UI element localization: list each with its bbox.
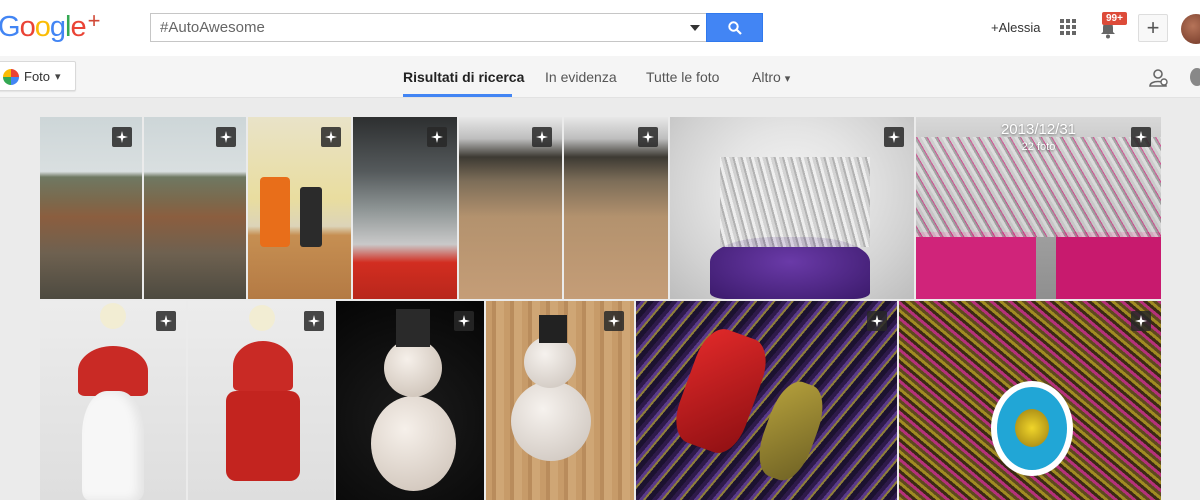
tab-highlights[interactable]: In evidenza bbox=[545, 69, 617, 85]
photo-thumbnail-cliff-town[interactable] bbox=[40, 117, 142, 299]
auto-awesome-badge bbox=[454, 311, 474, 331]
pink-pot-shape bbox=[1056, 232, 1161, 299]
silver-tinsel-shape bbox=[720, 157, 870, 247]
auto-awesome-badge bbox=[638, 127, 658, 147]
top-hat-shape bbox=[539, 315, 567, 343]
auto-awesome-badge bbox=[867, 311, 887, 331]
avatar[interactable] bbox=[1181, 14, 1200, 44]
share-button[interactable]: + bbox=[1138, 14, 1168, 42]
sparkle-icon bbox=[888, 131, 900, 143]
auto-awesome-badge bbox=[304, 311, 324, 331]
photos-nav-bar: Foto ▾ Risultati di ricerca In evidenza … bbox=[0, 56, 1200, 98]
red-hat-shape bbox=[78, 346, 148, 396]
people-icon[interactable] bbox=[1147, 68, 1169, 88]
apps-grid-icon[interactable] bbox=[1060, 19, 1077, 36]
appliance-shape bbox=[260, 177, 290, 247]
tab-search-results[interactable]: Risultati di ricerca bbox=[403, 69, 524, 85]
sparkle-icon bbox=[608, 315, 620, 327]
auto-awesome-badge bbox=[112, 127, 132, 147]
search-dropdown-icon[interactable] bbox=[690, 25, 700, 31]
auto-awesome-badge bbox=[884, 127, 904, 147]
snowman-body-shape bbox=[511, 381, 591, 461]
logo-letter: e bbox=[70, 11, 86, 43]
album-photo-count: 22 foto bbox=[1021, 141, 1056, 153]
active-tab-indicator bbox=[403, 94, 512, 97]
sparkle-icon bbox=[458, 315, 470, 327]
snowman-body-shape bbox=[371, 396, 456, 491]
sparkle-icon bbox=[220, 131, 232, 143]
auto-awesome-badge bbox=[604, 311, 624, 331]
photo-thumbnail-candles[interactable] bbox=[670, 117, 914, 299]
sparkle-icon bbox=[308, 315, 320, 327]
pinwheel-icon bbox=[3, 69, 19, 85]
photo-thumbnail-cliff-town-2[interactable] bbox=[144, 117, 246, 299]
auto-awesome-badge bbox=[427, 127, 447, 147]
auto-awesome-badge bbox=[532, 127, 552, 147]
pompom-shape bbox=[100, 303, 126, 329]
search-input[interactable] bbox=[151, 14, 671, 41]
appliance-shape bbox=[300, 187, 322, 247]
gold-center-shape bbox=[1015, 409, 1049, 447]
auto-awesome-badge bbox=[1131, 311, 1151, 331]
user-profile-link[interactable]: +Alessia bbox=[991, 20, 1041, 35]
snowman-head-shape bbox=[524, 336, 576, 388]
sparkle-icon bbox=[871, 315, 883, 327]
sparkle-icon bbox=[431, 131, 443, 143]
sparkle-icon bbox=[1135, 131, 1147, 143]
gold-ornament-shape bbox=[750, 375, 832, 487]
auto-awesome-badge bbox=[1131, 127, 1151, 147]
sparkle-icon bbox=[1135, 315, 1147, 327]
photos-app-menu[interactable]: Foto ▾ bbox=[0, 61, 76, 91]
red-hat-shape bbox=[233, 341, 293, 391]
photos-app-label: Foto bbox=[24, 69, 51, 84]
photo-thumbnail-sock-snowman[interactable] bbox=[40, 301, 186, 500]
pink-pot-shape bbox=[916, 232, 1036, 299]
logo-letter: o bbox=[34, 11, 51, 43]
tab-more[interactable]: Altro ▾ bbox=[752, 69, 790, 85]
photo-thumbnail-clay-snowman-dark[interactable] bbox=[336, 301, 484, 500]
search-icon bbox=[728, 21, 742, 35]
notification-count-badge: 99+ bbox=[1102, 12, 1127, 25]
sparkle-icon bbox=[160, 315, 172, 327]
tab-more-label: Altro bbox=[752, 69, 781, 85]
album-date: 2013/12/31 bbox=[1000, 121, 1077, 138]
logo-letter: g bbox=[49, 11, 66, 43]
snowman-body-shape bbox=[82, 391, 144, 500]
gear-icon[interactable] bbox=[1190, 68, 1200, 86]
photo-thumbnail-wire-mesh-2[interactable] bbox=[564, 117, 668, 299]
auto-awesome-badge bbox=[216, 127, 236, 147]
photo-thumbnail-ornament-gold-tinsel[interactable] bbox=[899, 301, 1161, 500]
chevron-down-icon: ▾ bbox=[55, 71, 61, 83]
photo-thumbnail-red-ornament[interactable] bbox=[636, 301, 897, 500]
auto-awesome-badge bbox=[156, 311, 176, 331]
logo-plus: + bbox=[87, 8, 101, 33]
photo-thumbnail-wire-mesh[interactable] bbox=[459, 117, 562, 299]
logo-letter: o bbox=[19, 11, 36, 43]
album-cover-tinsel-pots[interactable]: 2013/12/31 22 foto bbox=[916, 117, 1161, 299]
logo-letter: G bbox=[0, 11, 21, 43]
search-button[interactable] bbox=[706, 13, 763, 42]
photo-thumbnail-fire-truck[interactable] bbox=[353, 117, 457, 299]
google-plus-logo[interactable]: Google+ bbox=[0, 8, 101, 44]
sparkle-icon bbox=[325, 131, 337, 143]
photo-thumbnail-kitchen[interactable] bbox=[248, 117, 351, 299]
red-ornament-shape bbox=[667, 322, 775, 460]
sparkle-icon bbox=[642, 131, 654, 143]
chevron-down-icon: ▾ bbox=[784, 73, 791, 85]
photo-grid: 2013/12/31 22 foto bbox=[0, 98, 1200, 500]
snowman-head-shape bbox=[384, 339, 442, 397]
photo-thumbnail-clay-snowman-light[interactable] bbox=[486, 301, 634, 500]
red-coat-shape bbox=[226, 391, 300, 481]
top-bar: Google+ +Alessia 99+ + bbox=[0, 0, 1200, 56]
top-hat-shape bbox=[396, 309, 430, 347]
pompom-shape bbox=[249, 305, 275, 331]
search-box bbox=[150, 13, 706, 42]
auto-awesome-badge bbox=[321, 127, 341, 147]
sparkle-icon bbox=[536, 131, 548, 143]
photo-thumbnail-sock-snowman-coat[interactable] bbox=[188, 301, 334, 500]
sparkle-icon bbox=[116, 131, 128, 143]
notifications-button[interactable]: 99+ bbox=[1097, 12, 1127, 40]
tab-all-photos[interactable]: Tutte le foto bbox=[646, 69, 719, 85]
